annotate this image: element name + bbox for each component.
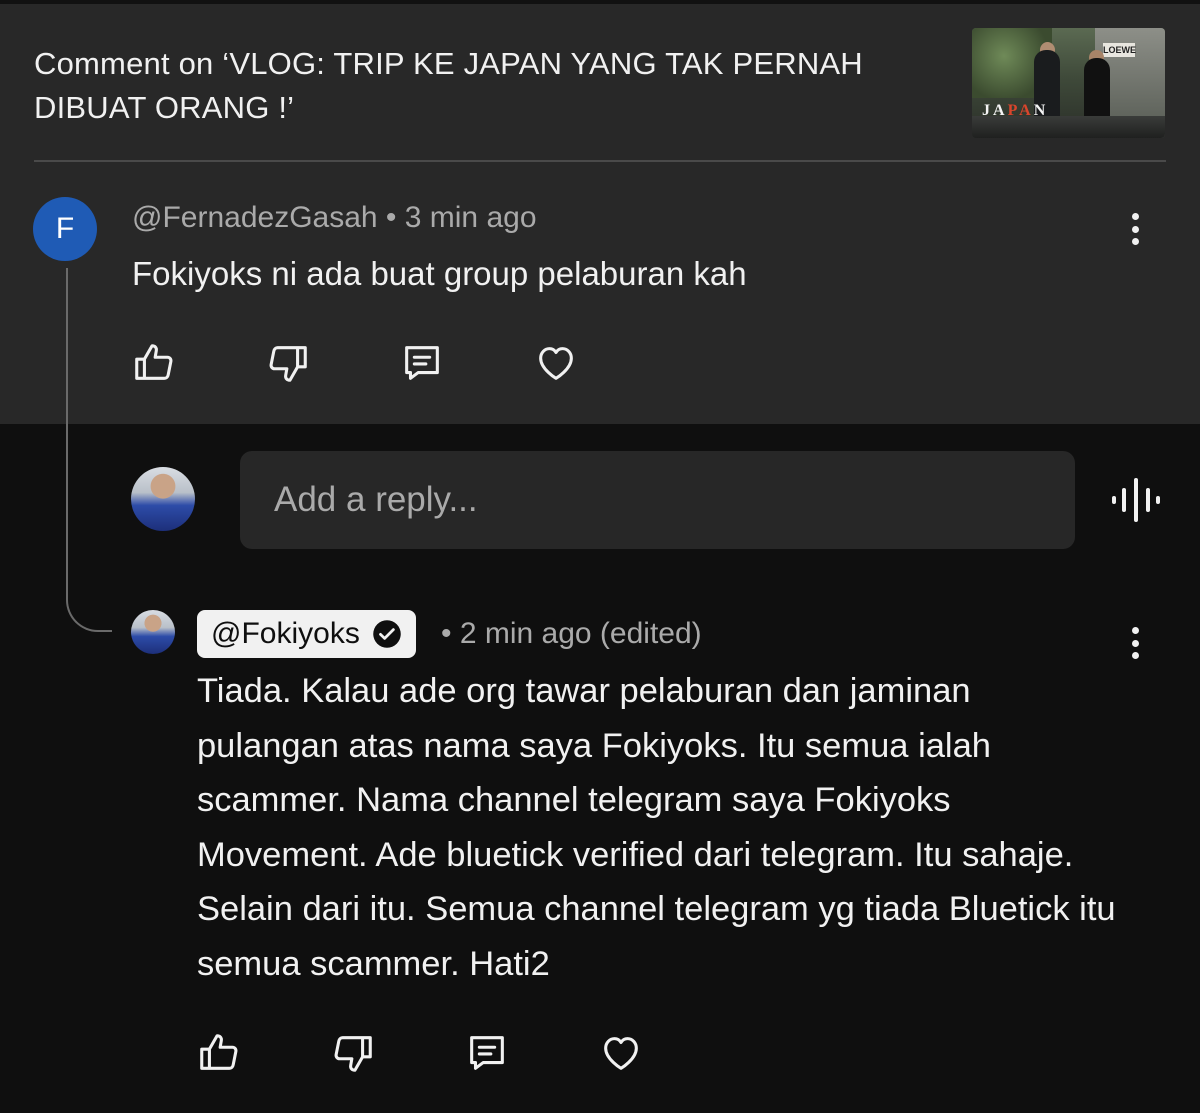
page-title: Comment on ‘VLOG: TRIP KE JAPAN YANG TAK… <box>34 46 863 125</box>
comment-thread-page: Comment on ‘VLOG: TRIP KE JAPAN YANG TAK… <box>0 0 1200 1113</box>
heart-button[interactable] <box>595 1027 647 1079</box>
thumbs-down-icon <box>269 346 307 382</box>
thumbnail-title: JAPAN <box>982 102 1049 119</box>
thumbs-up-icon <box>135 344 173 380</box>
avatar[interactable]: F <box>33 197 97 261</box>
comment-actions <box>193 1027 729 1079</box>
comment-text: Tiada. Kalau ade org tawar pelaburan dan… <box>197 672 1116 983</box>
channel-owner-badge[interactable]: @Fokiyoks <box>197 610 416 658</box>
comment-actions <box>128 337 664 389</box>
dislike-button[interactable] <box>327 1027 379 1079</box>
voice-icon[interactable] <box>1110 474 1162 526</box>
thumbs-down-icon <box>334 1036 372 1072</box>
thumbnail-sign: LOEWE <box>1103 43 1136 57</box>
parent-comment-panel: Comment on ‘VLOG: TRIP KE JAPAN YANG TAK… <box>0 0 1200 424</box>
comment-icon <box>470 1036 504 1070</box>
reply-button[interactable] <box>396 337 448 389</box>
heart-button[interactable] <box>530 337 582 389</box>
header-divider <box>34 160 1166 162</box>
thread-connector <box>66 268 112 632</box>
dislike-button[interactable] <box>262 337 314 389</box>
avatar[interactable] <box>131 467 195 531</box>
like-button[interactable] <box>193 1027 245 1079</box>
verified-check-icon <box>373 620 401 648</box>
heart-icon <box>539 347 573 380</box>
comment-meta: • 2 min ago (edited) <box>441 617 702 650</box>
reply-input[interactable]: Add a reply... <box>240 451 1075 549</box>
avatar[interactable] <box>131 610 175 654</box>
comment-text: Fokiyoks ni ada buat group pelaburan kah <box>132 255 747 292</box>
reply-button[interactable] <box>461 1027 513 1079</box>
heart-icon <box>604 1037 638 1070</box>
more-vertical-icon[interactable] <box>1123 209 1147 249</box>
more-vertical-icon[interactable] <box>1123 623 1147 663</box>
reply-author: @Fokiyoks <box>211 617 360 650</box>
comment-meta: @FernadezGasah • 3 min ago <box>132 201 537 234</box>
like-button[interactable] <box>128 337 180 389</box>
comment-icon <box>405 346 439 380</box>
thumbs-up-icon <box>200 1034 238 1070</box>
video-thumbnail[interactable]: LOEWE JAPAN <box>972 28 1165 138</box>
